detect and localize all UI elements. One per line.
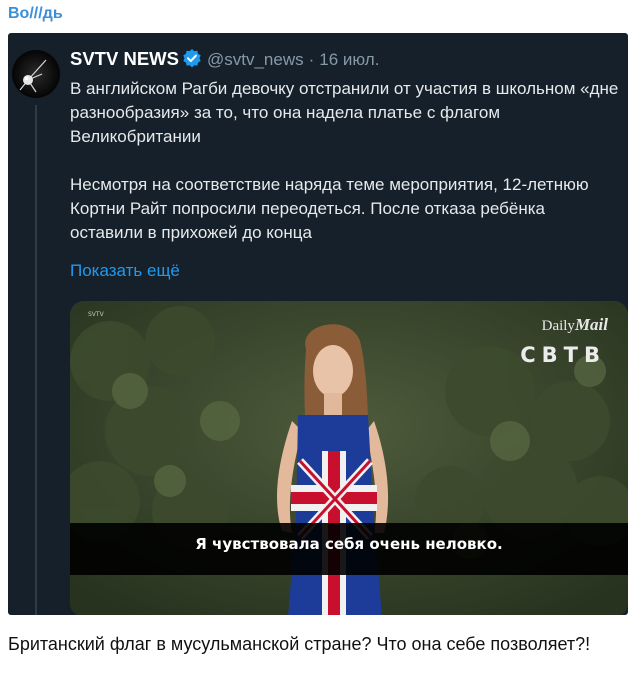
tweet-text: В английском Рагби девочку отстранили от… <box>70 77 622 245</box>
avatar[interactable] <box>12 50 60 98</box>
watermark-daily: Daily <box>541 318 575 334</box>
watermark-small: SVTV <box>88 311 104 318</box>
tweet-paragraph: Несмотря на соответствие наряда теме мер… <box>70 175 589 242</box>
verified-badge-icon <box>182 48 202 73</box>
separator-dot: · <box>308 50 315 69</box>
tweet-card[interactable]: SVTV NEWS @svtv_news · 16 июл. В английск… <box>8 33 628 615</box>
tweet-paragraph: В английском Рагби девочку отстранили от… <box>70 79 619 146</box>
tweet-media-video[interactable]: SVTV DailyMail СВТВ Я чувствовала себя о… <box>70 301 628 615</box>
watermark-daily-mail: DailyMail <box>542 315 608 335</box>
sender-name[interactable]: Во///дь <box>8 5 63 23</box>
watermark-mail: Mail <box>574 315 608 334</box>
author-handle[interactable]: @svtv_news <box>207 50 304 69</box>
video-subtitle: Я чувствовала себя очень неловко. <box>195 535 503 553</box>
tweet-header: SVTV NEWS @svtv_news · 16 июл. <box>70 48 379 73</box>
thread-line <box>35 105 37 615</box>
author-name[interactable]: SVTV NEWS <box>70 48 179 69</box>
watermark-channel: СВТВ <box>520 343 606 367</box>
message-caption: Британский флаг в мусульманской стране? … <box>8 634 591 654</box>
tweet-date[interactable]: 16 июл. <box>319 50 379 69</box>
show-more-link[interactable]: Показать ещё <box>70 261 180 281</box>
satellite-icon <box>19 59 47 93</box>
